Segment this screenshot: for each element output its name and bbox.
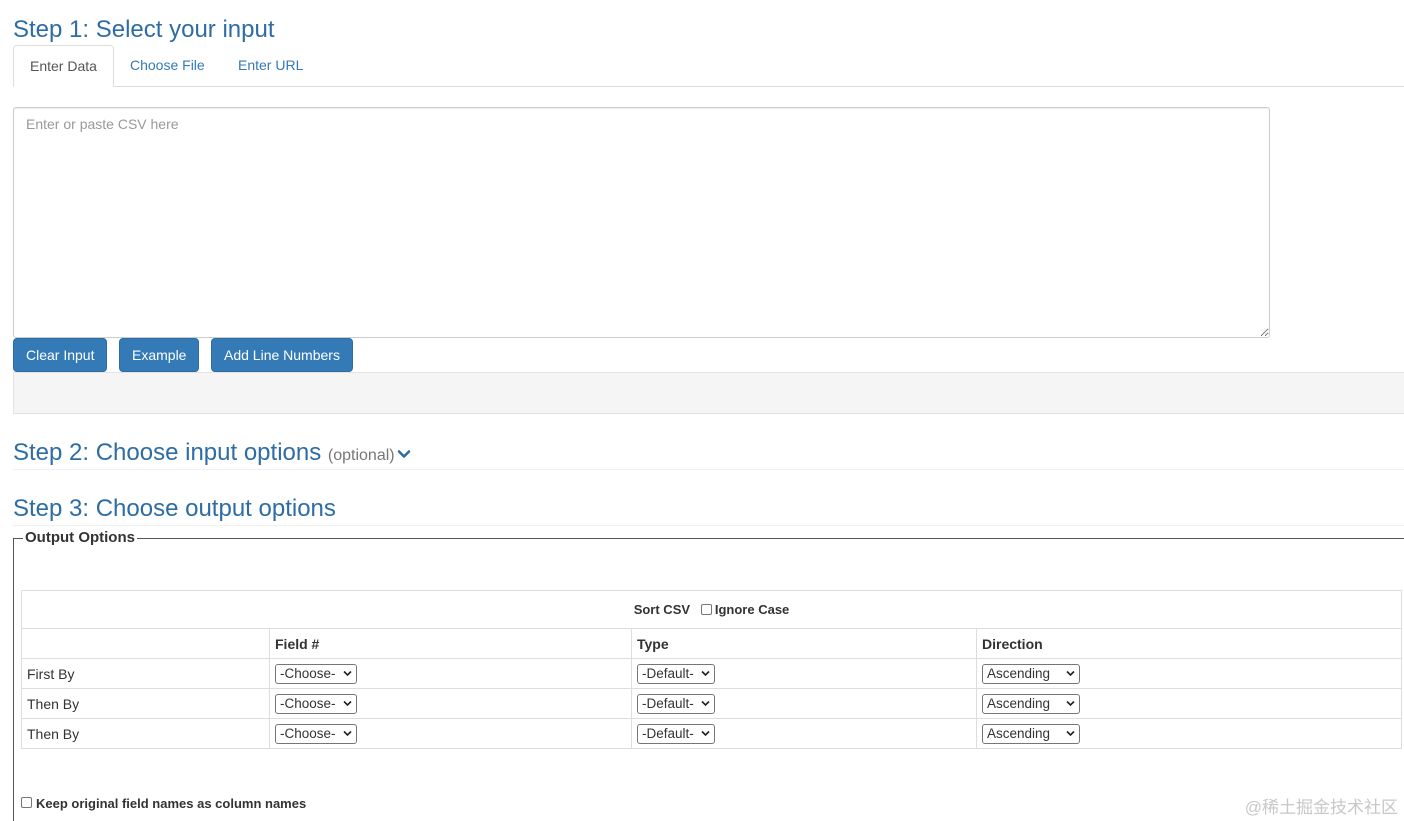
input-tabs: Enter Data Choose File Enter URL xyxy=(13,45,1404,87)
chevron-down-icon xyxy=(1066,730,1075,736)
field-select-value: -Choose- xyxy=(280,695,336,711)
sort-row-label: First By xyxy=(21,658,270,689)
direction-select[interactable]: Ascending xyxy=(982,663,1080,684)
step3-title: Step 3: Choose output options xyxy=(13,495,336,522)
header-field: Field # xyxy=(269,628,632,659)
header-type: Type xyxy=(631,628,977,659)
tab-enter-url[interactable]: Enter URL xyxy=(222,45,319,85)
chevron-down-icon xyxy=(701,730,710,736)
type-select[interactable]: -Default- xyxy=(637,693,715,714)
sort-row-first: First By -Choose- -Default- Ascending xyxy=(21,658,1402,689)
add-line-numbers-button[interactable]: Add Line Numbers xyxy=(211,338,353,372)
clear-input-button[interactable]: Clear Input xyxy=(13,338,108,372)
step3-divider xyxy=(13,525,1404,526)
keep-field-names-checkbox[interactable] xyxy=(21,797,32,808)
direction-select-value: Ascending xyxy=(987,695,1051,711)
tab-enter-data[interactable]: Enter Data xyxy=(13,45,114,87)
csv-input[interactable] xyxy=(13,107,1270,338)
direction-select-value: Ascending xyxy=(987,725,1051,741)
type-select-value: -Default- xyxy=(642,695,694,711)
type-select[interactable]: -Default- xyxy=(637,663,715,684)
watermark: @稀土掘金技术社区 xyxy=(1244,798,1398,817)
csv-tool-page: Step 1: Select your input Enter Data Cho… xyxy=(0,0,1404,821)
sort-row-label: Then By xyxy=(21,688,270,719)
chevron-down-icon xyxy=(701,700,710,706)
field-select-value: -Choose- xyxy=(280,725,336,741)
sort-table: Sort CSV Ignore Case Field # Type Direct… xyxy=(21,590,1402,749)
sort-csv-label: Sort CSV xyxy=(633,602,691,617)
field-select[interactable]: -Choose- xyxy=(275,693,357,714)
chevron-down-icon xyxy=(701,670,710,676)
output-options-legend: Output Options xyxy=(23,528,137,548)
field-select[interactable]: -Choose- xyxy=(275,663,357,684)
step2-title[interactable]: Step 2: Choose input options (optional) xyxy=(13,439,411,470)
optional-label: (optional) xyxy=(327,447,395,464)
chevron-down-icon xyxy=(1066,670,1075,676)
direction-select-value: Ascending xyxy=(987,665,1051,681)
header-direction: Direction xyxy=(976,628,1402,659)
input-status-well xyxy=(13,372,1404,414)
sort-caption-row: Sort CSV Ignore Case xyxy=(21,590,1402,629)
step1-title: Step 1: Select your input xyxy=(13,16,275,43)
sort-header-row: Field # Type Direction xyxy=(21,628,1402,659)
tab-choose-file[interactable]: Choose File xyxy=(114,45,221,85)
sort-caption-cell: Sort CSV Ignore Case xyxy=(21,590,1402,629)
sort-row-then-1: Then By -Choose- -Default- Ascending xyxy=(21,688,1402,719)
keep-field-names-label: Keep original field names as column name… xyxy=(36,796,307,811)
field-select-value: -Choose- xyxy=(280,665,336,681)
chevron-down-icon xyxy=(343,730,352,736)
chevron-down-icon xyxy=(1066,700,1075,706)
type-select-value: -Default- xyxy=(642,665,694,681)
direction-select[interactable]: Ascending xyxy=(982,723,1080,744)
step2-divider xyxy=(13,469,1404,470)
chevron-down-icon xyxy=(343,670,352,676)
chevron-down-icon[interactable] xyxy=(397,440,411,458)
ignore-case-checkbox[interactable] xyxy=(700,604,712,615)
ignore-case-label: Ignore Case xyxy=(714,602,790,617)
sort-row-label: Then By xyxy=(21,718,270,749)
sort-row-then-2: Then By -Choose- -Default- Ascending xyxy=(21,718,1402,749)
type-select-value: -Default- xyxy=(642,725,694,741)
step2-title-text: Step 2: Choose input options xyxy=(13,439,322,466)
keep-field-names-option: Keep original field names as column name… xyxy=(21,796,306,811)
field-select[interactable]: -Choose- xyxy=(275,723,357,744)
type-select[interactable]: -Default- xyxy=(637,723,715,744)
header-empty xyxy=(21,628,270,659)
direction-select[interactable]: Ascending xyxy=(982,693,1080,714)
chevron-down-icon xyxy=(343,700,352,706)
example-button[interactable]: Example xyxy=(119,338,200,372)
